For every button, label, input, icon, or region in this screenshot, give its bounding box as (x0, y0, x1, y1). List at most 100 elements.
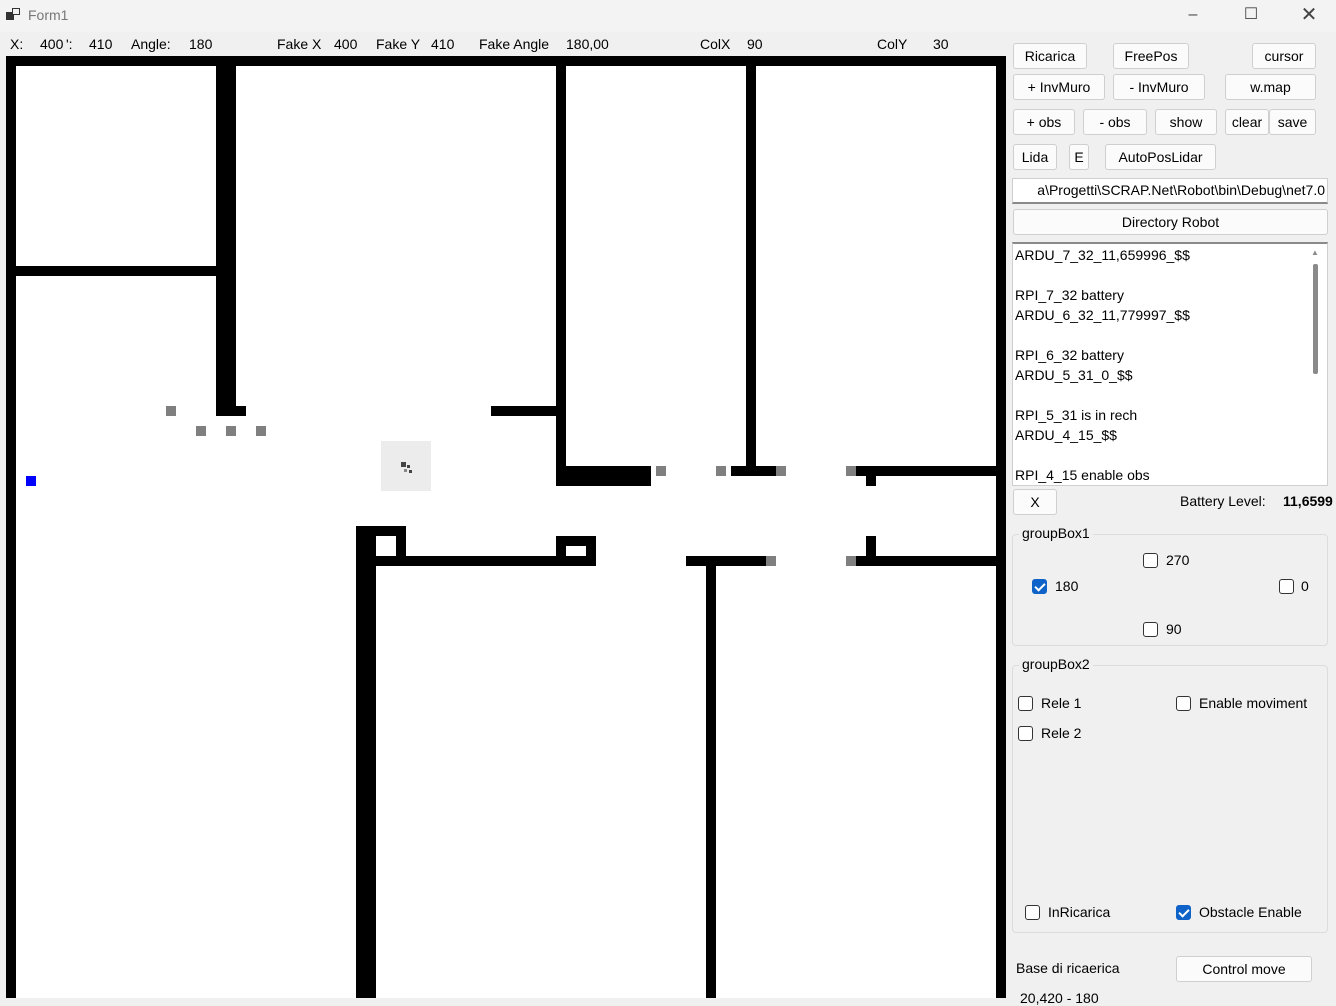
wall (356, 526, 376, 998)
checkbox-in-ricarica-label: InRicarica (1048, 904, 1111, 920)
fake-x-label: Fake X (277, 36, 322, 52)
close-button[interactable]: ✕ (1280, 0, 1336, 32)
obs-add-button[interactable]: + obs (1013, 109, 1075, 135)
checkbox-rele1-label: Rele 1 (1041, 695, 1082, 711)
scroll-up-icon[interactable]: ▲ (1311, 248, 1319, 257)
autopos-lidar-button[interactable]: AutoPosLidar (1105, 144, 1216, 170)
maximize-button[interactable]: ☐ (1222, 0, 1280, 32)
checkbox-270-label: 270 (1166, 552, 1190, 568)
app-icon (6, 8, 20, 22)
x-label: X: (10, 36, 24, 52)
wmap-button[interactable]: w.map (1225, 74, 1316, 100)
clear-button[interactable]: clear (1225, 109, 1269, 135)
checkbox-rele2[interactable] (1018, 726, 1033, 741)
wall (866, 536, 876, 556)
wall (866, 476, 876, 486)
groupbox1-title: groupBox1 (1019, 525, 1093, 541)
checkbox-enable-moviment-label: Enable moviment (1199, 695, 1308, 711)
colx-label: ColX (700, 36, 731, 52)
coly-value: 30 (933, 36, 949, 52)
checkbox-0-label: 0 (1301, 578, 1309, 594)
checkbox-0[interactable] (1279, 579, 1294, 594)
obstacle-cell (716, 466, 726, 476)
wall (16, 266, 216, 276)
checkbox-180[interactable] (1032, 579, 1047, 594)
log-line: ARDU_5_31_0_$$ (1015, 367, 1133, 383)
battery-value: 11,6599 (1283, 493, 1333, 509)
checkbox-270[interactable] (1143, 553, 1158, 568)
floor-map[interactable] (6, 56, 1006, 998)
freepos-button[interactable]: FreePos (1113, 43, 1189, 69)
log-line: RPI_4_15 enable obs (1015, 467, 1150, 483)
show-button[interactable]: show (1155, 109, 1217, 135)
directory-robot-button[interactable]: Directory Robot (1013, 209, 1328, 235)
e-button[interactable]: E (1069, 144, 1089, 170)
control-move-button[interactable]: Control move (1176, 956, 1312, 982)
save-button[interactable]: save (1269, 109, 1316, 135)
wall (216, 56, 236, 416)
obstacle-cell (196, 426, 206, 436)
minimize-button[interactable]: – (1164, 0, 1222, 32)
battery-label: Battery Level: (1180, 493, 1266, 509)
log-scrollbar[interactable] (1313, 264, 1318, 374)
obstacle-cell (846, 466, 856, 476)
angle-value: 180 (189, 36, 213, 52)
obstacle-cell (166, 406, 176, 416)
wall (996, 56, 1006, 998)
checkbox-90-label: 90 (1166, 621, 1182, 637)
fake-y-value: 410 (431, 36, 455, 52)
wall (216, 406, 246, 416)
fake-angle-label: Fake Angle (479, 36, 550, 52)
checkbox-in-ricarica[interactable] (1025, 905, 1040, 920)
ricarica-button[interactable]: Ricarica (1013, 43, 1087, 69)
base-marker (26, 476, 36, 486)
inv-muro-remove-button[interactable]: - InvMuro (1113, 74, 1205, 100)
base-ricarica-label: Base di ricaerica (1016, 960, 1120, 976)
checkbox-180-label: 180 (1055, 578, 1079, 594)
cursor-button[interactable]: cursor (1252, 43, 1316, 69)
wall (6, 56, 16, 998)
checkbox-rele1[interactable] (1018, 696, 1033, 711)
x-value: 400 (40, 36, 64, 52)
obstacle-cell (226, 426, 236, 436)
obs-remove-button[interactable]: - obs (1083, 109, 1147, 135)
lida-button[interactable]: Lida (1013, 144, 1057, 170)
obstacle-cell (846, 556, 856, 566)
directory-path-input[interactable]: a\Progetti\SCRAP.Net\Robot\bin\Debug\net… (1012, 178, 1328, 204)
wall (746, 56, 756, 476)
obstacle-cell (776, 466, 786, 476)
obstacle-cell (766, 556, 776, 566)
robot-icon[interactable] (381, 441, 431, 491)
wall (731, 466, 776, 476)
colx-value: 90 (747, 36, 763, 52)
log-line: ARDU_4_15_$$ (1015, 427, 1117, 443)
checkbox-obstacle-enable-label: Obstacle Enable (1199, 904, 1302, 920)
inv-muro-add-button[interactable]: + InvMuro (1013, 74, 1105, 100)
obstacle-cell (256, 426, 266, 436)
x-button[interactable]: X (1013, 489, 1057, 515)
log-line: ARDU_7_32_11,659996_$$ (1015, 247, 1190, 263)
log-textbox[interactable]: ARDU_7_32_11,659996_$$ RPI_7_32 battery … (1012, 242, 1328, 486)
fake-x-value: 400 (334, 36, 358, 52)
wall (556, 466, 651, 486)
checkbox-obstacle-enable[interactable] (1176, 905, 1191, 920)
angle-label: Angle: (131, 36, 171, 52)
obstacle-cell (656, 466, 666, 476)
wall (491, 406, 556, 416)
fake-y-label: Fake Y (376, 36, 421, 52)
wall (396, 526, 406, 556)
wall (556, 536, 566, 566)
wall (6, 56, 1006, 66)
groupbox2-title: groupBox2 (1019, 656, 1093, 672)
checkbox-enable-moviment[interactable] (1176, 696, 1191, 711)
wall (856, 556, 996, 566)
y-label: ': (66, 36, 73, 52)
fake-angle-value: 180,00 (566, 36, 609, 52)
wall (556, 56, 566, 486)
wall (856, 466, 996, 476)
wall (586, 536, 596, 566)
checkbox-rele2-label: Rele 2 (1041, 725, 1082, 741)
coly-label: ColY (877, 36, 908, 52)
y-value: 410 (89, 36, 113, 52)
checkbox-90[interactable] (1143, 622, 1158, 637)
